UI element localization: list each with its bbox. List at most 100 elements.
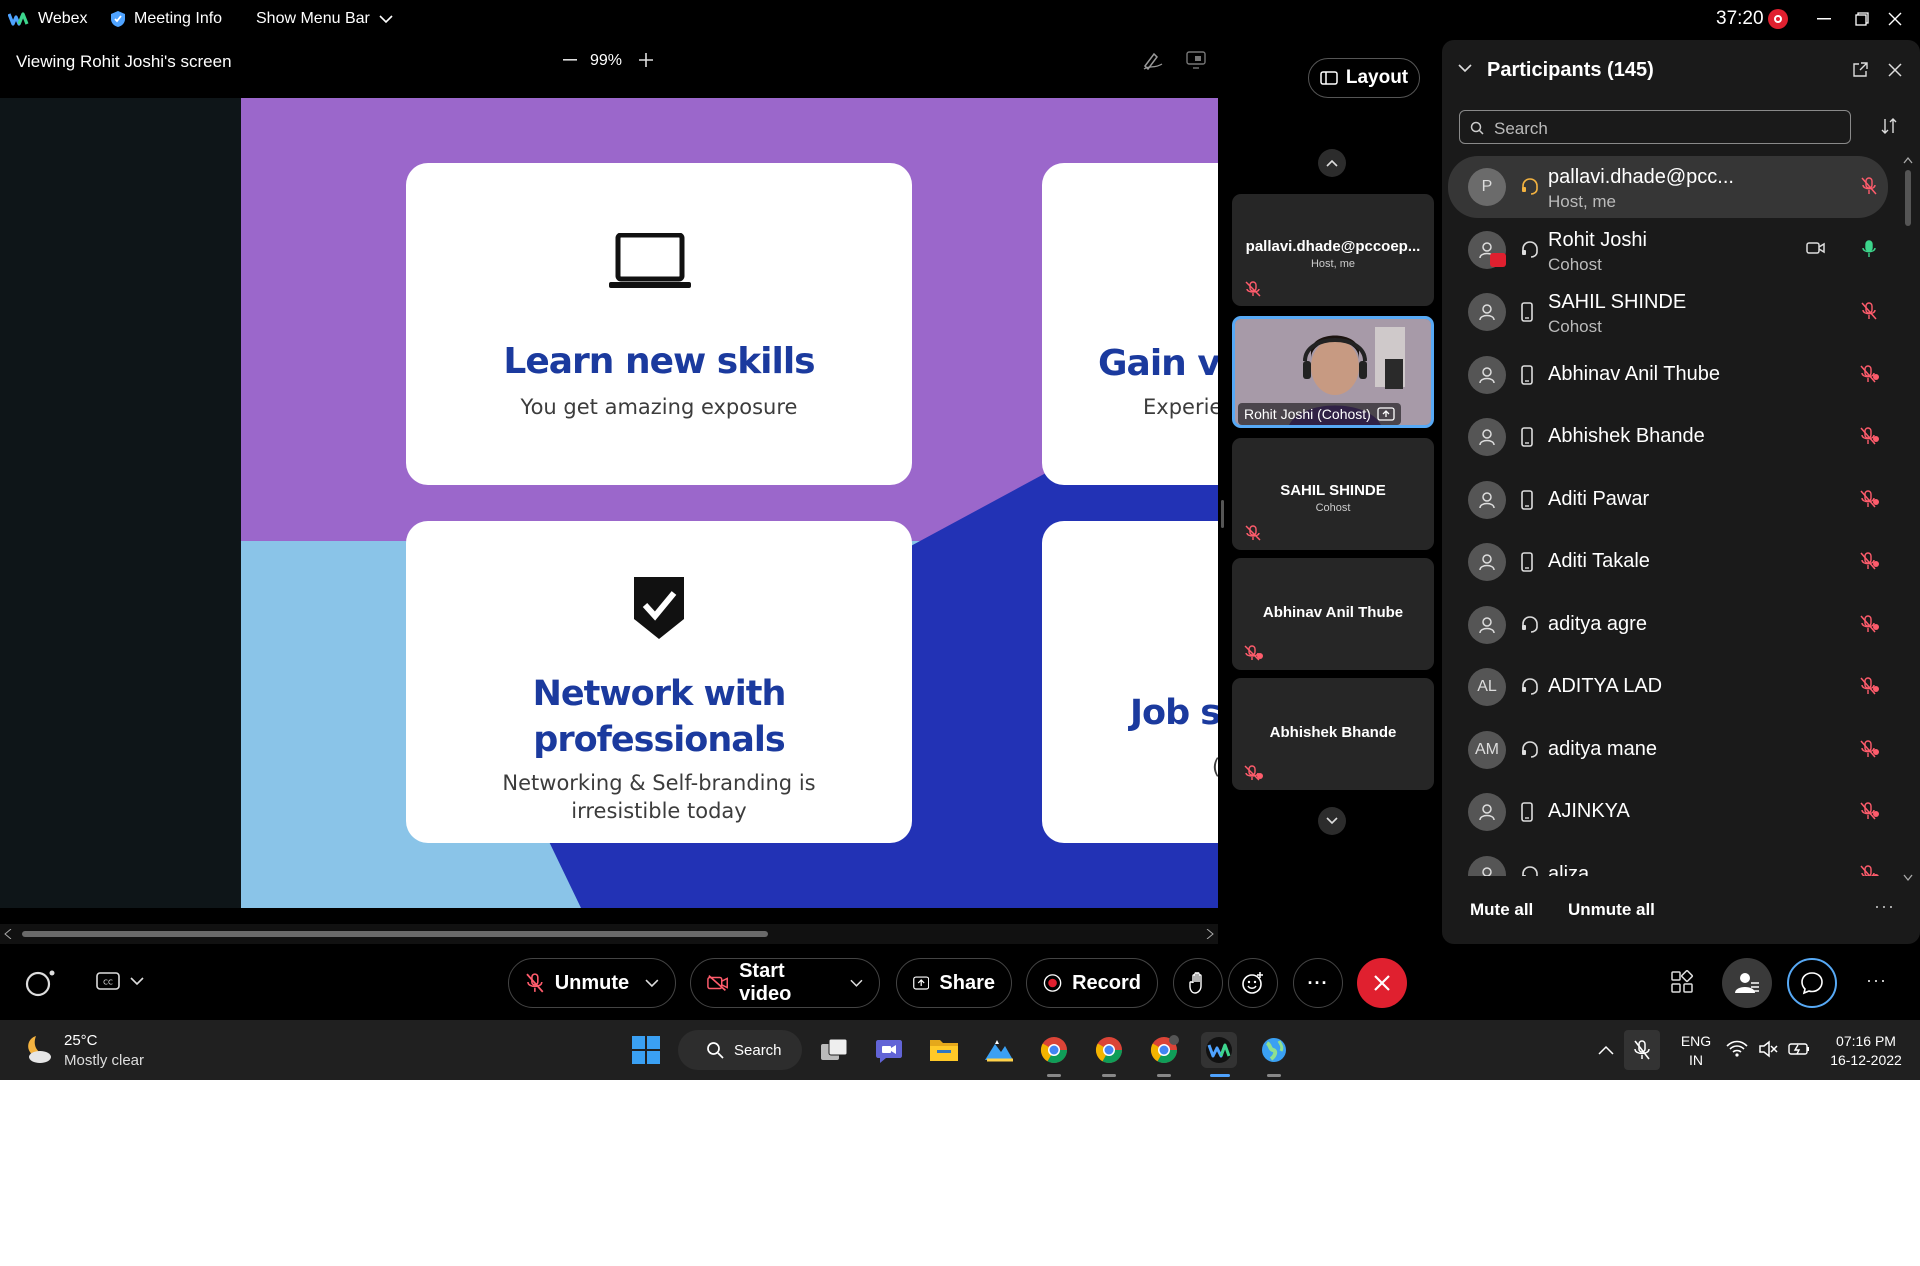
meeting-info-button[interactable]: Meeting Info xyxy=(110,0,222,38)
more-options-icon[interactable]: ··· xyxy=(1874,896,1895,917)
webex-taskbar-button[interactable] xyxy=(1201,1032,1237,1068)
mic-status[interactable] xyxy=(1860,176,1878,196)
scrollbar-thumb[interactable] xyxy=(22,931,768,937)
participant-role: Cohost xyxy=(1548,254,1602,274)
participant-name: pallavi.dhade@pcc... xyxy=(1548,166,1734,188)
zoom-in-button[interactable] xyxy=(634,48,658,72)
task-view-button[interactable] xyxy=(816,1032,852,1068)
scroll-right-icon[interactable] xyxy=(1206,929,1214,939)
mic-status[interactable] xyxy=(1860,801,1880,821)
participant-row[interactable]: aditya agre xyxy=(1448,594,1888,656)
video-tile[interactable]: Abhinav Anil Thube xyxy=(1232,558,1434,670)
leave-meeting-button[interactable] xyxy=(1357,958,1407,1008)
mic-status[interactable] xyxy=(1860,301,1878,321)
file-explorer-button[interactable] xyxy=(926,1032,962,1068)
tile-name: Rohit Joshi (Cohost) xyxy=(1244,406,1371,422)
globe-app-button[interactable] xyxy=(1256,1032,1292,1068)
show-hidden-icons-icon[interactable] xyxy=(1598,1045,1614,1055)
participant-row[interactable]: Abhinav Anil Thube xyxy=(1448,344,1888,406)
chevron-down-icon[interactable] xyxy=(645,978,659,988)
taskbar-search[interactable]: Search xyxy=(678,1030,802,1070)
teams-chat-button[interactable] xyxy=(871,1032,907,1068)
participants-toggle-button[interactable] xyxy=(1722,958,1772,1008)
mic-status[interactable] xyxy=(1860,364,1880,384)
unmute-all-button[interactable]: Unmute all xyxy=(1568,900,1655,920)
collapse-chevron-icon[interactable] xyxy=(1458,64,1472,73)
participant-list-scrollbar[interactable] xyxy=(1903,156,1913,886)
video-tile[interactable]: SAHIL SHINDE Cohost xyxy=(1232,438,1434,550)
language-indicator[interactable]: ENG IN xyxy=(1675,1032,1717,1070)
pop-out-icon[interactable] xyxy=(1852,62,1868,78)
sort-icon[interactable] xyxy=(1880,117,1898,135)
webex-menu[interactable]: Webex xyxy=(8,0,88,38)
participant-row[interactable]: Abhishek Bhande xyxy=(1448,406,1888,468)
zoom-out-button[interactable] xyxy=(558,48,582,72)
horizontal-scrollbar[interactable] xyxy=(0,924,1218,944)
mic-status[interactable] xyxy=(1860,676,1880,696)
tiles-scroll-down-button[interactable] xyxy=(1318,807,1346,835)
chat-button[interactable] xyxy=(1787,958,1837,1008)
participant-row[interactable]: Ppallavi.dhade@pcc... Host, me xyxy=(1448,156,1888,218)
show-menu-bar-button[interactable]: Show Menu Bar xyxy=(256,0,394,38)
participant-row[interactable]: aliza xyxy=(1448,844,1888,876)
remote-control-button[interactable] xyxy=(1186,51,1206,69)
scroll-up-icon[interactable] xyxy=(1903,156,1913,164)
share-button[interactable]: Share xyxy=(896,958,1012,1008)
more-options-button[interactable]: ··· xyxy=(1293,958,1343,1008)
clock[interactable]: 07:16 PM 16-12-2022 xyxy=(1820,1032,1912,1070)
scroll-down-icon[interactable] xyxy=(1903,874,1913,882)
avatar xyxy=(1468,480,1506,519)
record-label: Record xyxy=(1072,971,1141,994)
close-window-button[interactable] xyxy=(1870,0,1920,38)
participant-row[interactable]: AJINKYA xyxy=(1448,781,1888,843)
participant-row[interactable]: Rohit Joshi Cohost xyxy=(1448,219,1888,281)
start-button[interactable] xyxy=(628,1032,664,1068)
raise-hand-button[interactable] xyxy=(1173,958,1223,1008)
mic-status[interactable] xyxy=(1860,489,1880,509)
webex-assistant-button[interactable] xyxy=(24,968,58,998)
chevron-down-icon[interactable] xyxy=(850,979,863,988)
assistant-icon xyxy=(25,970,55,997)
person-icon xyxy=(1479,616,1495,633)
chrome-button-1[interactable] xyxy=(1036,1032,1072,1068)
camera-icon xyxy=(1806,241,1825,254)
participant-row[interactable]: Aditi Takale xyxy=(1448,531,1888,593)
microphone-muted-tray[interactable] xyxy=(1624,1030,1660,1070)
mic-status[interactable] xyxy=(1860,864,1880,876)
mic-status[interactable] xyxy=(1860,739,1880,759)
participant-row[interactable]: Aditi Pawar xyxy=(1448,469,1888,531)
chrome-button-2[interactable] xyxy=(1091,1032,1127,1068)
search-icon xyxy=(1470,121,1484,135)
apps-button[interactable] xyxy=(1670,970,1694,994)
app-name: Webex xyxy=(38,10,88,27)
layout-button[interactable]: Layout xyxy=(1308,58,1420,98)
start-video-button[interactable]: Start video xyxy=(690,958,880,1008)
scrollbar-thumb[interactable] xyxy=(1905,170,1911,226)
teams-chat-icon xyxy=(876,1040,902,1063)
reactions-button[interactable] xyxy=(1228,958,1278,1008)
record-button[interactable]: Record xyxy=(1026,958,1158,1008)
scroll-left-icon[interactable] xyxy=(4,929,12,939)
mic-muted-by-host-icon xyxy=(1860,427,1879,445)
mute-all-button[interactable]: Mute all xyxy=(1470,900,1533,920)
participant-row[interactable]: AL ADITYA LAD xyxy=(1448,656,1888,718)
mic-status[interactable] xyxy=(1860,426,1880,446)
close-panel-icon[interactable] xyxy=(1888,63,1902,77)
system-tray[interactable] xyxy=(1726,1040,1810,1058)
video-tile[interactable]: Abhishek Bhande xyxy=(1232,678,1434,790)
captions-button[interactable]: CC xyxy=(96,972,144,990)
participant-row[interactable]: AM aditya mane xyxy=(1448,719,1888,781)
app-shortcut-button[interactable] xyxy=(981,1032,1017,1068)
mic-status[interactable] xyxy=(1860,551,1880,571)
participant-row[interactable]: SAHIL SHINDE Cohost xyxy=(1448,281,1888,343)
panel-resize-handle[interactable] xyxy=(1221,500,1224,528)
chrome-button-3[interactable] xyxy=(1146,1032,1182,1068)
more-panels-icon[interactable]: ··· xyxy=(1866,970,1887,991)
unmute-button[interactable]: Unmute xyxy=(508,958,676,1008)
mic-status[interactable] xyxy=(1860,614,1880,634)
video-tile[interactable]: pallavi.dhade@pccoep... Host, me xyxy=(1232,194,1434,306)
mic-status[interactable] xyxy=(1860,239,1878,259)
video-tile-active[interactable]: Rohit Joshi (Cohost) xyxy=(1232,316,1434,428)
annotate-button[interactable] xyxy=(1142,50,1164,70)
search-field[interactable]: Search xyxy=(1459,110,1851,144)
